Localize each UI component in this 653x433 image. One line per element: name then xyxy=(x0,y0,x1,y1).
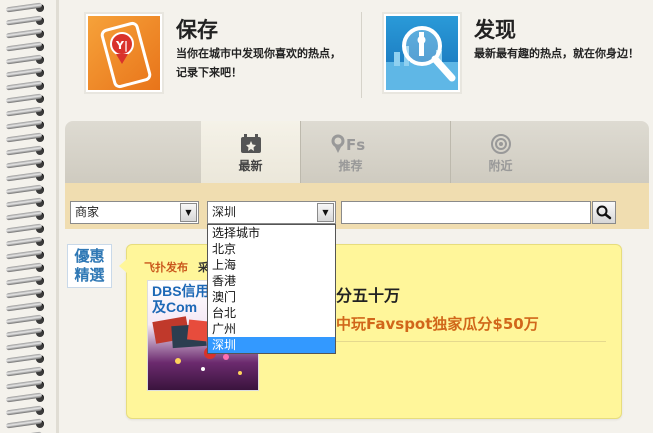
spiral-ring xyxy=(5,275,50,286)
spiral-ring xyxy=(5,366,50,377)
spiral-ring xyxy=(5,197,50,208)
spiral-ring xyxy=(5,353,50,364)
spiral-ring xyxy=(5,392,50,403)
spiral-ring xyxy=(5,28,50,39)
spiral-ring xyxy=(5,379,50,390)
spiral-ring xyxy=(5,223,50,234)
badge-line-1: 優惠 xyxy=(74,247,105,265)
tab-latest-label: 最新 xyxy=(238,159,263,173)
search-icon xyxy=(596,205,612,220)
publisher-label[interactable]: 飞扑发布 xyxy=(144,259,188,275)
search-input[interactable] xyxy=(341,201,591,224)
spiral-ring xyxy=(5,210,50,221)
spiral-ring xyxy=(5,67,50,78)
city-option[interactable]: 上海 xyxy=(208,257,335,273)
spiral-ring xyxy=(5,15,50,26)
feature-save-title: 保存 xyxy=(176,18,218,42)
city-select-value: 深圳 xyxy=(212,205,237,219)
city-option[interactable]: 深圳 xyxy=(208,337,335,353)
svg-text:Fs: Fs xyxy=(346,136,365,154)
spiral-ring xyxy=(5,145,50,156)
badge-line-2: 精選 xyxy=(74,266,105,284)
search-button[interactable] xyxy=(592,201,616,224)
spiral-ring xyxy=(5,119,50,130)
spiral-ring xyxy=(5,314,50,325)
city-option[interactable]: 选择城市 xyxy=(208,225,335,241)
tab-latest[interactable]: 最新 xyxy=(201,121,300,183)
category-select-value: 商家 xyxy=(75,205,100,219)
tab-recommended-label: 推荐 xyxy=(338,159,363,173)
tab-nearby-label: 附近 xyxy=(488,159,513,173)
spiral-ring xyxy=(5,2,50,13)
chevron-down-icon[interactable]: ▼ xyxy=(180,203,197,222)
spiral-ring xyxy=(5,288,50,299)
spiral-ring xyxy=(5,54,50,65)
city-dropdown-list[interactable]: 选择城市 北京 上海 香港 澳门 台北 广州 深圳 xyxy=(207,224,336,354)
spiral-ring xyxy=(5,93,50,104)
spiral-ring xyxy=(5,106,50,117)
deal-title[interactable]: 分五十万 xyxy=(336,282,400,306)
chevron-down-icon[interactable]: ▼ xyxy=(317,203,334,222)
deal-subtitle[interactable]: 中玩Favspot独家瓜分$50万 xyxy=(336,313,539,334)
city-option[interactable]: 澳门 xyxy=(208,289,335,305)
spiral-ring xyxy=(5,184,50,195)
target-icon xyxy=(490,134,511,154)
feature-save-description: 当你在城市中发现你喜欢的热点，记录下来吧！ xyxy=(176,47,341,79)
spiral-ring xyxy=(5,158,50,169)
discover-magnifier-icon xyxy=(382,12,462,94)
feature-discover: 发现 最新最有趣的热点，就在你身边！ xyxy=(382,12,652,98)
spiral-ring xyxy=(5,171,50,182)
tab-bar: 最新 Fs 推荐 附近 xyxy=(65,121,649,183)
paper-edge xyxy=(56,0,59,433)
save-phone-icon: Y| xyxy=(84,12,164,94)
city-option[interactable]: 广州 xyxy=(208,321,335,337)
spiral-ring xyxy=(5,418,50,429)
calendar-icon xyxy=(240,134,261,153)
spiral-ring xyxy=(5,262,50,273)
svg-text:Y|: Y| xyxy=(115,39,128,52)
spiral-ring xyxy=(5,80,50,91)
featured-deals-badge: 優惠 精選 xyxy=(67,244,112,288)
feature-discover-description: 最新最有趣的热点，就在你身边！ xyxy=(474,47,639,60)
city-option[interactable]: 台北 xyxy=(208,305,335,321)
spiral-ring xyxy=(5,249,50,260)
category-select[interactable]: 商家 ▼ xyxy=(70,201,199,224)
tab-recommended[interactable]: Fs 推荐 xyxy=(301,121,400,183)
spiral-binding xyxy=(0,0,58,433)
city-option[interactable]: 北京 xyxy=(208,241,335,257)
spiral-ring xyxy=(5,301,50,312)
spiral-ring xyxy=(5,327,50,338)
tab-nearby[interactable]: 附近 xyxy=(451,121,550,183)
spiral-ring xyxy=(5,405,50,416)
feature-discover-title: 发现 xyxy=(474,18,516,42)
spiral-ring xyxy=(5,236,50,247)
city-select[interactable]: 深圳 ▼ xyxy=(207,201,336,224)
spiral-ring xyxy=(5,132,50,143)
spiral-ring xyxy=(5,340,50,351)
spiral-ring xyxy=(5,41,50,52)
city-option[interactable]: 香港 xyxy=(208,273,335,289)
feature-save: Y| 保存 当你在城市中发现你喜欢的热点，记录下来吧！ xyxy=(84,12,354,98)
foursquare-icon: Fs xyxy=(331,134,365,154)
feature-divider xyxy=(361,12,362,98)
